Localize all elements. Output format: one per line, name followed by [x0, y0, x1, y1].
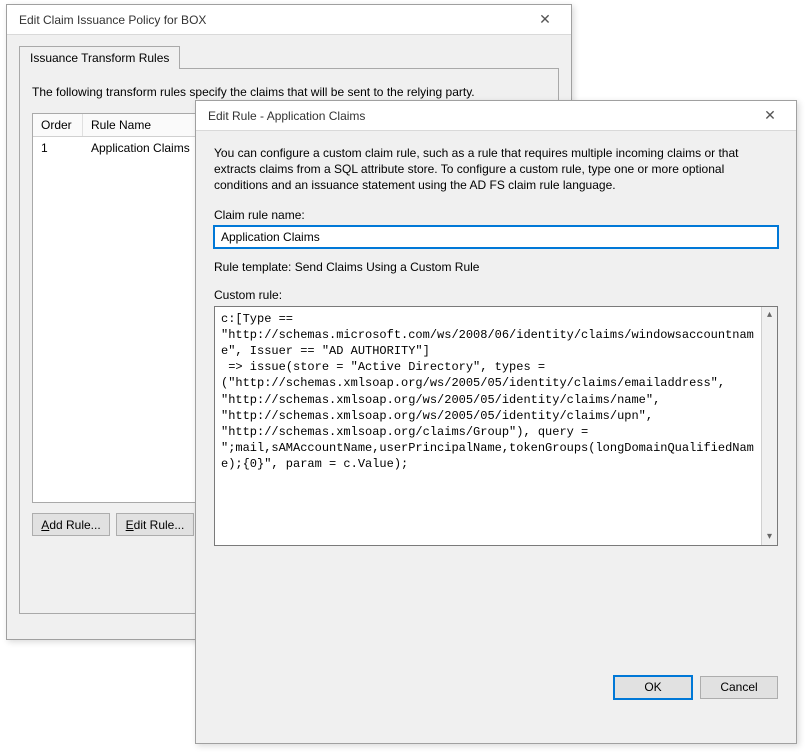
- cell-order: 1: [33, 137, 83, 159]
- close-icon[interactable]: ✕: [527, 9, 563, 31]
- policy-titlebar: Edit Claim Issuance Policy for BOX ✕: [7, 5, 571, 35]
- rule-template-prefix: Rule template:: [214, 260, 295, 274]
- claim-rule-name-label: Claim rule name:: [214, 208, 778, 222]
- rule-template-value: Send Claims Using a Custom Rule: [295, 260, 480, 274]
- col-order[interactable]: Order: [33, 114, 83, 136]
- help-text: You can configure a custom claim rule, s…: [214, 145, 778, 194]
- add-rule-button[interactable]: Add Rule...: [32, 513, 110, 536]
- edit-rule-window: Edit Rule - Application Claims ✕ You can…: [195, 100, 797, 744]
- cancel-button[interactable]: Cancel: [700, 676, 778, 699]
- rules-description: The following transform rules specify th…: [32, 85, 546, 99]
- ok-button[interactable]: OK: [614, 676, 692, 699]
- custom-rule-textarea[interactable]: [215, 307, 761, 545]
- custom-rule-label: Custom rule:: [214, 288, 778, 302]
- custom-rule-box: ▴ ▾: [214, 306, 778, 546]
- scroll-down-icon[interactable]: ▾: [762, 529, 777, 545]
- tab-issuance-transform-rules[interactable]: Issuance Transform Rules: [19, 46, 180, 69]
- claim-rule-name-input[interactable]: [214, 226, 778, 248]
- scrollbar[interactable]: ▴ ▾: [761, 307, 777, 545]
- scroll-up-icon[interactable]: ▴: [762, 307, 777, 323]
- tabstrip: Issuance Transform Rules: [19, 45, 559, 69]
- rule-template-line: Rule template: Send Claims Using a Custo…: [214, 260, 778, 274]
- close-icon[interactable]: ✕: [752, 105, 788, 127]
- dialog-buttons: OK Cancel: [214, 676, 778, 699]
- edit-rule-title: Edit Rule - Application Claims: [208, 109, 752, 123]
- edit-rule-button[interactable]: Edit Rule...: [116, 513, 194, 536]
- edit-rule-titlebar: Edit Rule - Application Claims ✕: [196, 101, 796, 131]
- policy-title: Edit Claim Issuance Policy for BOX: [19, 13, 527, 27]
